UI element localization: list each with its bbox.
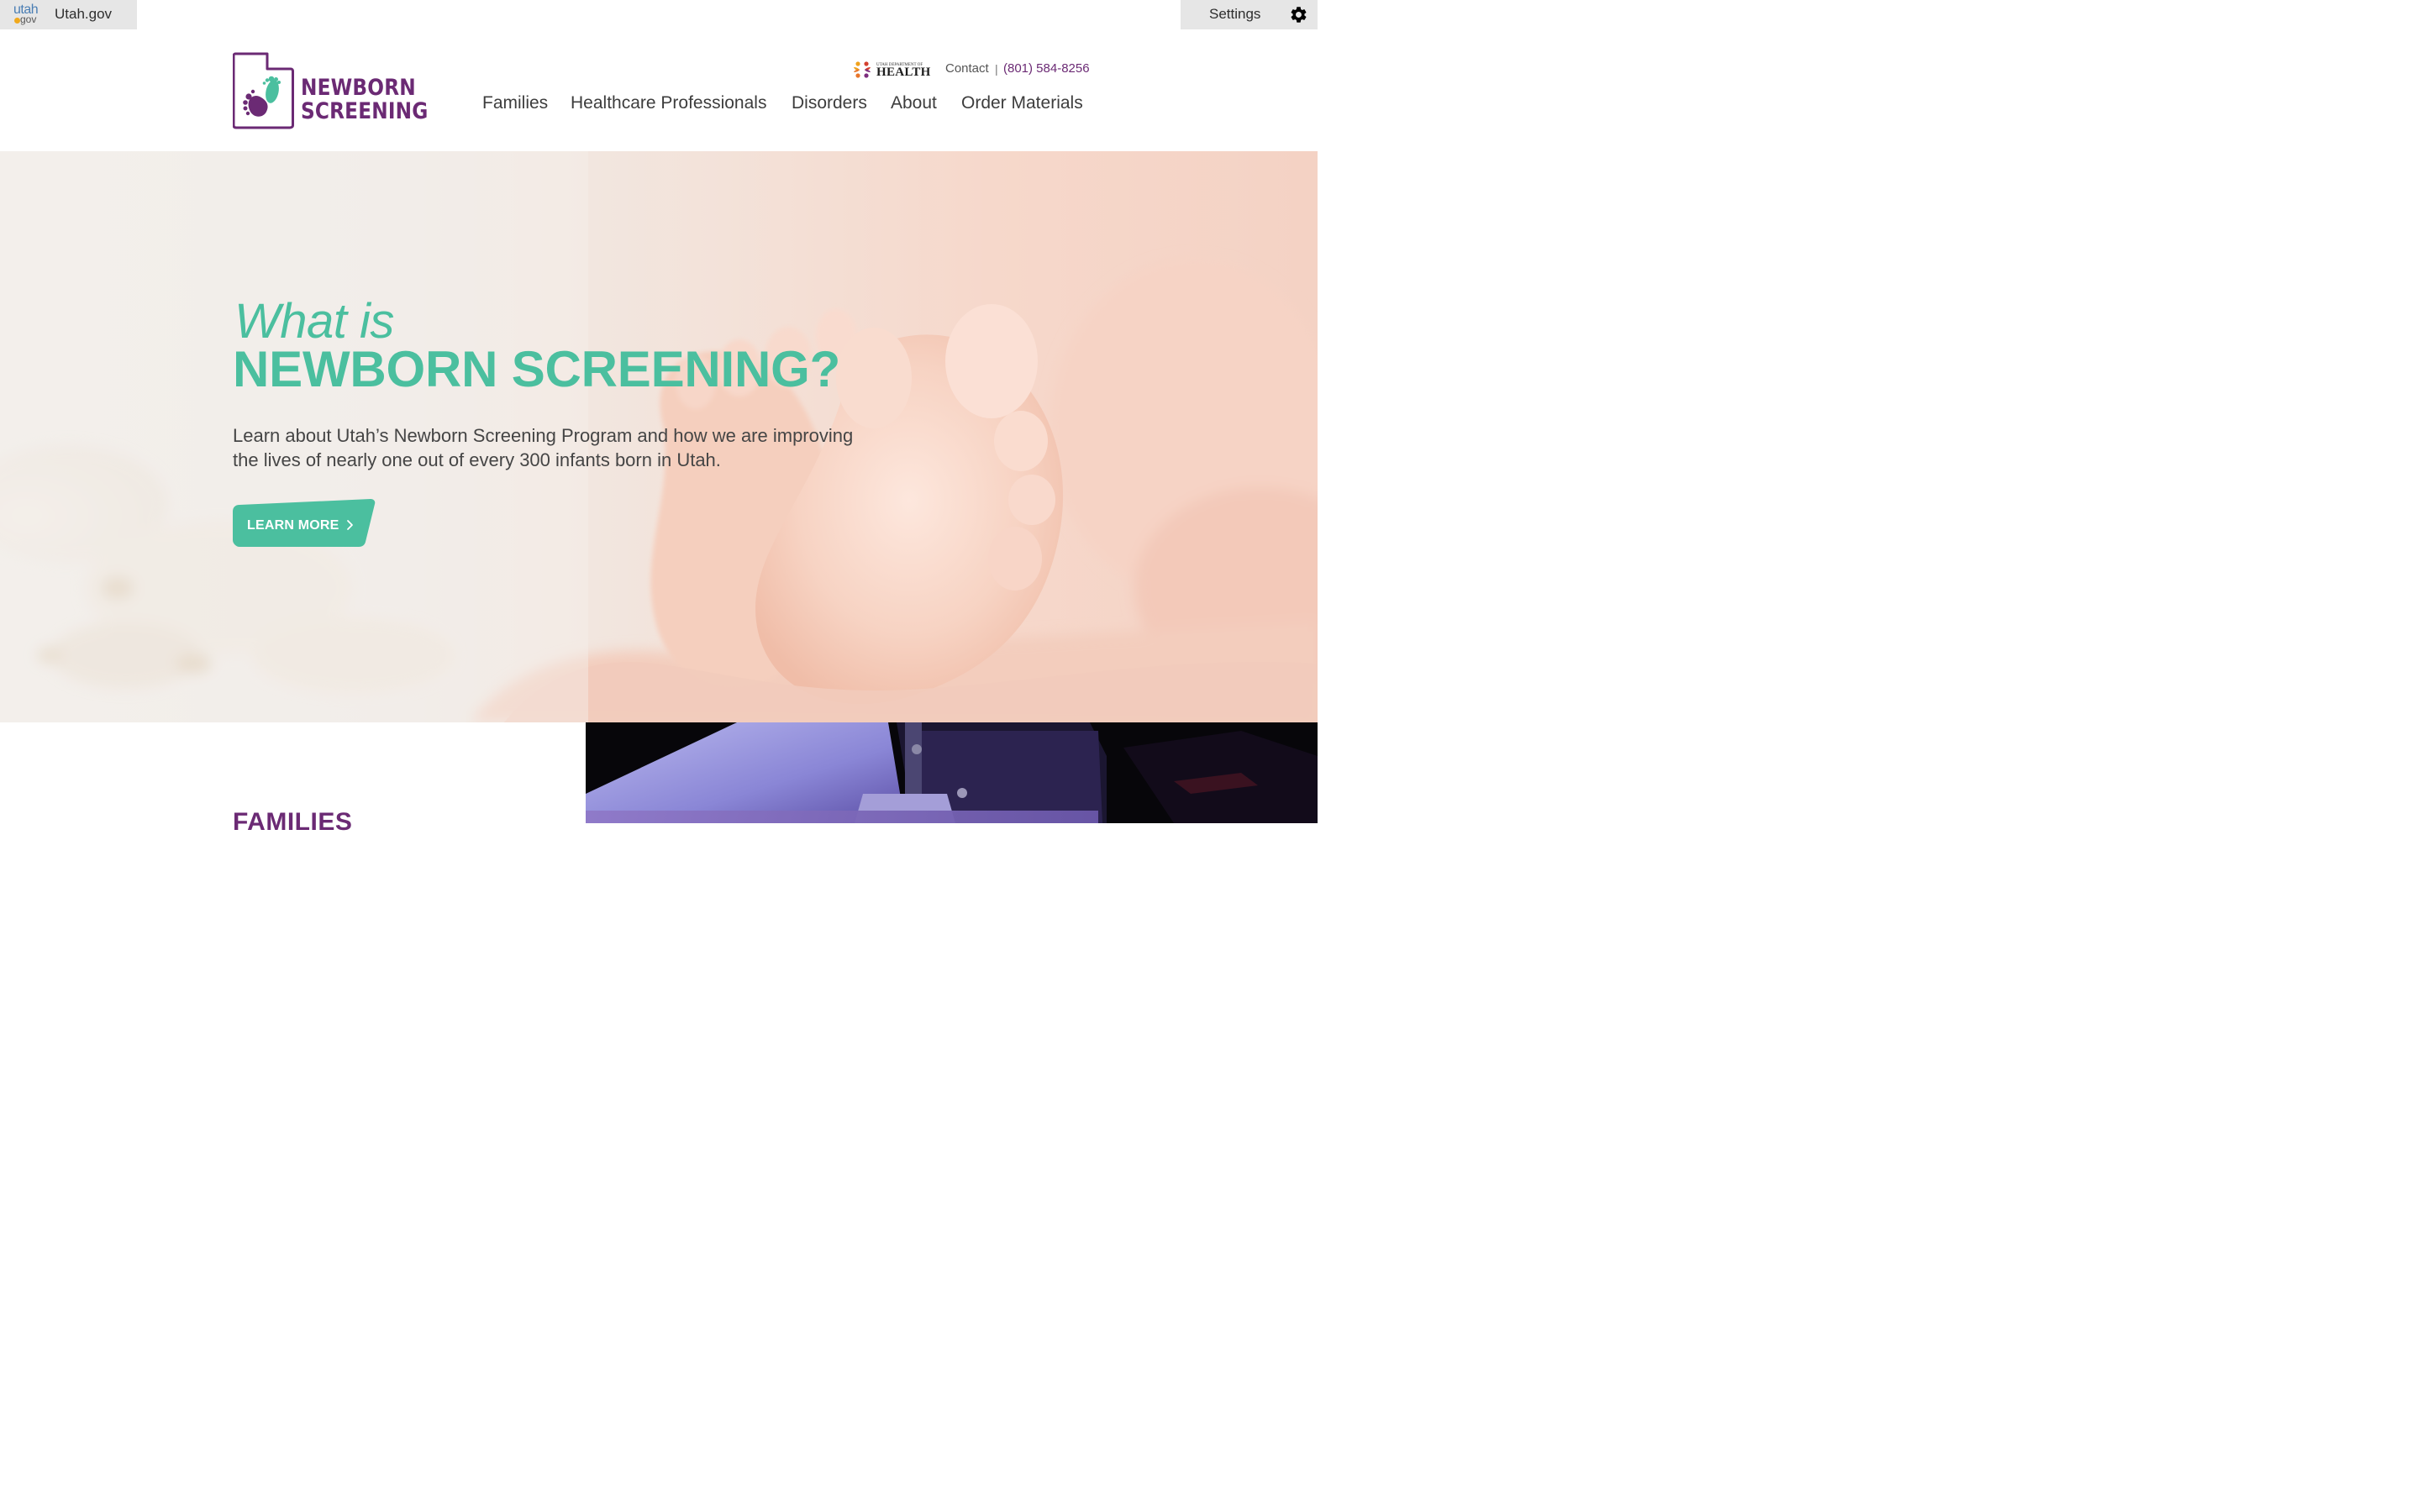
contact-separator: | [995,62,998,76]
utah-footprint-icon [233,52,294,129]
lab-equipment-image [586,722,1318,823]
utah-logo-dot [14,18,20,24]
nav-healthcare-professionals[interactable]: Healthcare Professionals [571,92,766,114]
gov-logo-text: gov [20,13,37,25]
utah-gov-bar: utah gov Utah.gov Settings [0,0,1318,29]
nav-families[interactable]: Families [482,92,548,114]
hero-title-newborn-screening: NEWBORN SCREENING? [233,341,841,397]
health-logo-icon [854,61,871,78]
utah-gov-link[interactable]: Utah.gov [55,6,112,23]
nav-disorders[interactable]: Disorders [792,92,867,114]
utah-gov-logo-icon: utah gov [13,3,41,25]
utah-health-logo[interactable]: UTAH DEPARTMENT OF HEALTH [851,59,930,81]
settings-button[interactable]: Settings [1181,0,1318,29]
dept-logo-health-text: HEALTH [876,66,931,79]
logo-text-screening: SCREENING [301,98,429,124]
gear-icon[interactable] [1289,5,1308,24]
hero-description: Learn about Utah’s Newborn Screening Pro… [233,425,854,470]
families-heading: FAMILIES [233,808,353,836]
phone-link[interactable]: (801) 584-8256 [1003,61,1090,76]
families-section: FAMILIES [0,722,1318,836]
learn-more-button[interactable]: LEARN MORE [233,499,376,547]
utah-gov-home-link[interactable]: utah gov Utah.gov [0,0,137,29]
learn-more-label: LEARN MORE [247,518,339,533]
hero-title-what-is: What is [234,294,394,349]
hero-banner: What is NEWBORN SCREENING? Learn about U… [0,151,1318,722]
chevron-right-icon [347,520,353,530]
settings-label: Settings [1209,6,1261,22]
newborn-screening-logo[interactable]: NEWBORN SCREENING [233,51,428,130]
site-header [0,29,1318,151]
nav-order-materials[interactable]: Order Materials [961,92,1083,114]
logo-text-newborn: NEWBORN [301,75,416,101]
nav-about[interactable]: About [891,92,937,114]
contact-link[interactable]: Contact [945,61,989,76]
